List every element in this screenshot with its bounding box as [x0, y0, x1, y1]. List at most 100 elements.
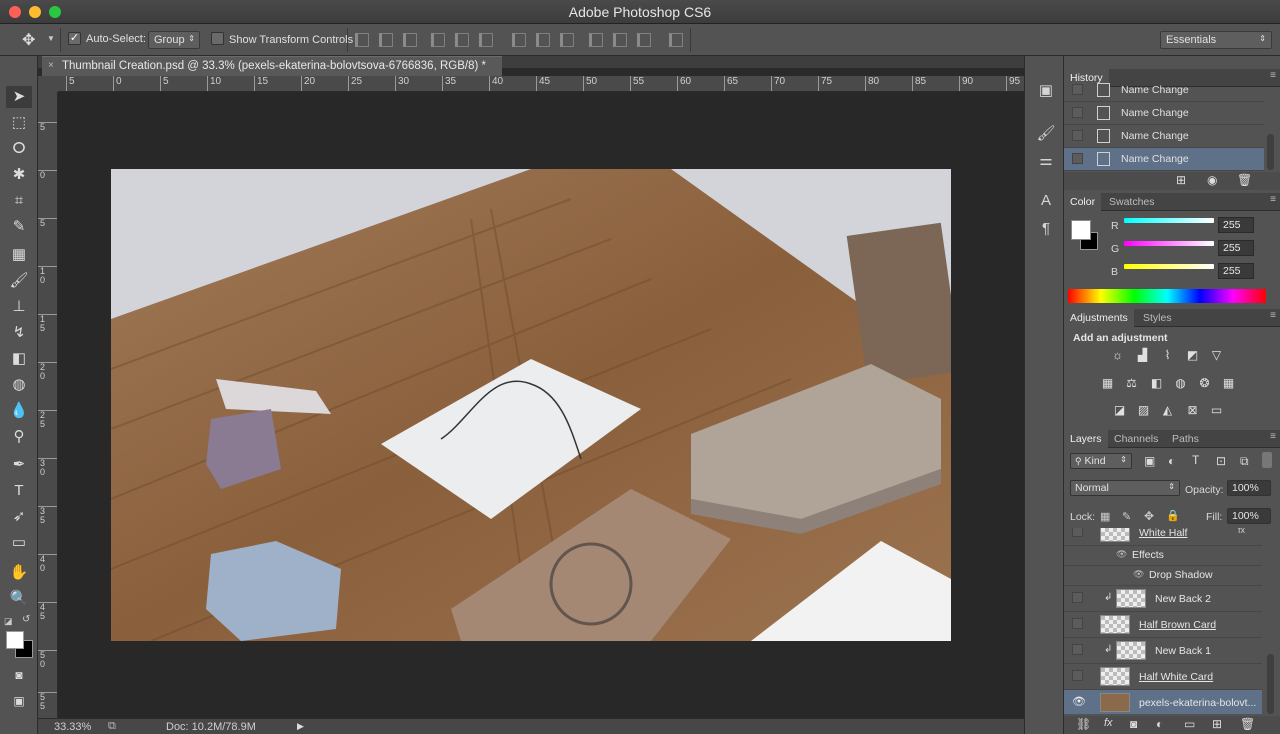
foreground-color-swatch[interactable] [6, 631, 24, 649]
healing-brush-icon[interactable]: ▦ [6, 244, 32, 266]
visibility-toggle[interactable] [1072, 618, 1083, 629]
layer-row[interactable]: ↲ New Back 1 [1064, 638, 1262, 664]
zoom-tool-icon[interactable]: 🔍 [6, 588, 32, 610]
fx-icon[interactable]: fx [1104, 717, 1113, 729]
green-value-input[interactable]: 255 [1218, 240, 1254, 256]
filter-smart-object-icon[interactable]: ⧉ [1240, 454, 1249, 469]
green-slider[interactable] [1124, 241, 1214, 246]
color-foreground-swatch[interactable] [1071, 220, 1091, 240]
panel-menu-icon[interactable]: ≡ [1270, 431, 1276, 442]
align-top-icon[interactable] [355, 33, 369, 47]
fill-input[interactable]: 100% [1227, 508, 1271, 524]
exposure-icon[interactable]: ◩ [1185, 348, 1200, 363]
invert-icon[interactable]: ◪ [1112, 403, 1127, 418]
filter-adjustment-icon[interactable]: ◐ [1168, 454, 1175, 468]
type-tool-icon[interactable]: T [6, 480, 32, 502]
selective-color-icon[interactable]: ⊠ [1185, 403, 1200, 418]
panel-menu-icon[interactable]: ≡ [1270, 194, 1276, 205]
panel-menu-icon[interactable]: ≡ [1270, 310, 1276, 321]
workspace-dropdown[interactable]: Essentials ⇕ [1160, 31, 1272, 49]
3d-icon[interactable]: ▣ [1036, 81, 1056, 101]
play-icon[interactable]: ▶ [297, 721, 304, 732]
distribute-vcenter-icon[interactable] [536, 33, 550, 47]
auto-align-icon[interactable] [669, 33, 683, 47]
filter-pixel-icon[interactable]: ▣ [1144, 454, 1155, 468]
history-snapshot-checkbox[interactable] [1072, 84, 1083, 95]
document-tab[interactable]: × Thumbnail Creation.psd @ 33.3% (pexels… [42, 56, 502, 76]
align-right-icon[interactable] [479, 33, 493, 47]
color-spectrum-bar[interactable] [1068, 289, 1266, 303]
history-snapshot-checkbox[interactable] [1072, 153, 1083, 164]
rectangle-tool-icon[interactable]: ▭ [6, 532, 32, 554]
add-mask-icon[interactable]: ◙ [1130, 717, 1137, 731]
curves-icon[interactable]: ⌇ [1160, 348, 1175, 363]
blue-slider[interactable] [1124, 264, 1214, 269]
distribute-left-icon[interactable] [589, 33, 603, 47]
history-snapshot-checkbox[interactable] [1072, 107, 1083, 118]
paragraph-icon[interactable]: ¶ [1036, 220, 1056, 240]
eye-icon[interactable]: 👁 [1133, 569, 1144, 580]
align-bottom-icon[interactable] [403, 33, 417, 47]
hand-tool-icon[interactable]: ✋ [6, 562, 32, 584]
history-brush-icon[interactable]: ↯ [6, 322, 32, 344]
blue-value-input[interactable]: 255 [1218, 263, 1254, 279]
red-value-input[interactable]: 255 [1218, 217, 1254, 233]
show-transform-checkbox[interactable] [211, 32, 224, 45]
history-item[interactable]: Name Change [1064, 79, 1264, 102]
chevron-down-icon[interactable]: ▼ [47, 34, 55, 43]
tab-channels[interactable]: Channels [1108, 430, 1164, 448]
panel-menu-icon[interactable]: ≡ [1270, 70, 1276, 81]
lock-all-icon[interactable]: 🔒 [1166, 509, 1180, 522]
brush-settings-icon[interactable]: ⚌ [1036, 151, 1056, 171]
opacity-input[interactable]: 100% [1227, 480, 1271, 496]
auto-select-dropdown[interactable]: Group ⇕ [148, 31, 200, 49]
move-tool-icon[interactable]: ➤ [6, 86, 32, 108]
tab-layers[interactable]: Layers [1064, 430, 1108, 448]
posterize-icon[interactable]: ▨ [1136, 403, 1151, 418]
pen-tool-icon[interactable]: ✒ [6, 454, 32, 476]
hue-saturation-icon[interactable]: ▦ [1100, 376, 1115, 391]
character-icon[interactable]: A [1036, 192, 1056, 212]
fx-icon[interactable]: fx [1238, 528, 1245, 535]
layer-row[interactable]: Half White Card [1064, 664, 1262, 690]
tab-adjustments[interactable]: Adjustments [1064, 309, 1134, 327]
history-item[interactable]: Name Change [1064, 125, 1264, 148]
new-adjustment-icon[interactable]: ◐ [1156, 717, 1163, 731]
photo-filter-icon[interactable]: ◍ [1173, 376, 1188, 391]
red-slider[interactable] [1124, 218, 1214, 223]
filter-shape-icon[interactable]: ⊡ [1216, 454, 1226, 468]
color-balance-icon[interactable]: ⚖ [1124, 376, 1139, 391]
distribute-bottom-icon[interactable] [560, 33, 574, 47]
visibility-toggle[interactable] [1072, 528, 1083, 537]
link-layers-icon[interactable]: ⛓ [1076, 717, 1091, 731]
distribute-hcenter-icon[interactable] [613, 33, 627, 47]
default-colors-icon[interactable]: ◪ [4, 616, 13, 627]
lock-position-icon[interactable]: ✥ [1144, 509, 1154, 523]
brush-tool-icon[interactable]: 🖌 [6, 270, 32, 292]
eye-icon[interactable]: 👁 [1116, 549, 1127, 560]
history-item-selected[interactable]: Name Change [1064, 148, 1264, 171]
auto-select-checkbox[interactable]: ✓ [68, 32, 81, 45]
crop-tool-icon[interactable]: ⌗ [6, 190, 32, 212]
distribute-right-icon[interactable] [637, 33, 651, 47]
layer-row-selected[interactable]: 👁 pexels-ekaterina-bolovt... [1064, 690, 1262, 714]
channel-mixer-icon[interactable]: ❂ [1197, 376, 1212, 391]
distribute-top-icon[interactable] [512, 33, 526, 47]
eye-icon[interactable]: 👁 [1072, 695, 1086, 708]
close-icon[interactable]: × [48, 60, 54, 71]
camera-icon[interactable]: ◉ [1207, 173, 1217, 187]
brush-presets-icon[interactable]: 🖌 [1036, 124, 1056, 144]
layer-filter-kind[interactable]: ⚲ Kind ⇕ [1070, 453, 1132, 469]
document-image[interactable] [111, 169, 951, 641]
tab-paths[interactable]: Paths [1166, 430, 1205, 448]
align-vcenter-icon[interactable] [379, 33, 393, 47]
history-item[interactable]: Name Change [1064, 102, 1264, 125]
effects-row[interactable]: 👁 Effects [1064, 546, 1262, 566]
levels-icon[interactable]: ▟ [1135, 348, 1150, 363]
trash-icon[interactable]: 🗑 [1240, 717, 1255, 731]
trash-icon[interactable]: 🗑 [1237, 173, 1252, 187]
gradient-map-icon[interactable]: ▭ [1209, 403, 1224, 418]
move-icon[interactable]: ✥ [22, 30, 35, 50]
vibrance-icon[interactable]: ▽ [1209, 348, 1224, 363]
filter-type-icon[interactable]: T [1192, 453, 1199, 467]
